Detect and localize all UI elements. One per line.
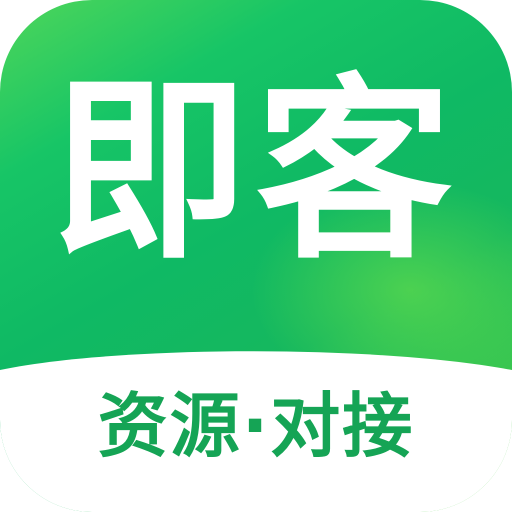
app-icon-tile[interactable]: 即客 资源·对接 <box>0 0 512 512</box>
app-title: 即客 <box>51 58 460 286</box>
slogan-text: 资源·对接 <box>97 385 415 467</box>
